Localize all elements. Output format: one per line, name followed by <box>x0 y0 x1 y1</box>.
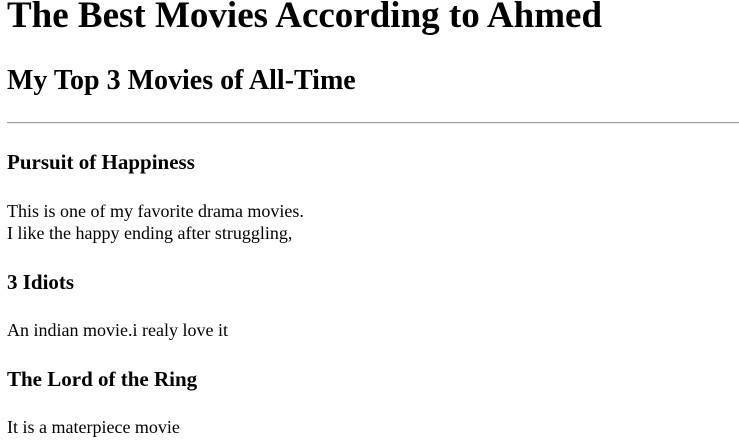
movie-description-line: An indian movie.i realy love it <box>7 320 228 340</box>
movie-description: This is one of my favorite drama movies.… <box>7 200 304 244</box>
movie-title: 3 Idiots <box>7 270 75 294</box>
page-subtitle: My Top 3 Movies of All-Time <box>7 65 356 96</box>
divider <box>7 122 739 124</box>
movie-title: Pursuit of Happiness <box>7 150 195 174</box>
movie-description-line: This is one of my favorite drama movies. <box>7 201 304 221</box>
movie-description-line: I like the happy ending after struggling… <box>7 223 293 243</box>
movie-title: The Lord of the Ring <box>7 367 198 391</box>
movie-description: An indian movie.i realy love it <box>7 319 228 341</box>
movie-description-line: It is a materpiece movie <box>7 417 180 437</box>
page-title: The Best Movies According to Ahmed <box>7 0 603 36</box>
page: The Best Movies According to Ahmed My To… <box>0 0 739 442</box>
movie-description: It is a materpiece movie <box>7 416 180 438</box>
